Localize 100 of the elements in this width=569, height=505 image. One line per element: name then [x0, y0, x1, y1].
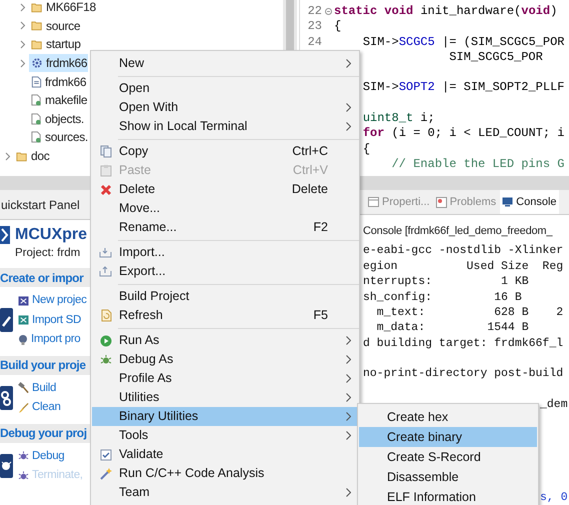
- shortcut-label: Ctrl+C: [292, 143, 328, 160]
- code-line: for (i = 0; i < LED_COUNT; i: [362, 126, 564, 142]
- console-line: d building target: frdmk66f_l: [363, 336, 564, 352]
- menu-item[interactable]: Copy Ctrl+C: [92, 142, 358, 161]
- menu-item[interactable]: Rename... F2: [92, 218, 358, 237]
- section-header[interactable]: Debug your proj: [0, 424, 87, 442]
- menu-item[interactable]: Binary Utilities: [92, 407, 358, 426]
- code-line: SIM_SCGC5_POR: [449, 50, 543, 66]
- warning-list-icon: [436, 196, 447, 208]
- tree-item[interactable]: frdmk66: [29, 72, 88, 91]
- quickstart-link[interactable]: Import SD: [32, 312, 82, 329]
- quickstart-link[interactable]: Clean: [32, 399, 61, 416]
- code-line: SIM->SOPT2 |= SIM_SOPT2_PLLF: [362, 80, 564, 96]
- shortcut-label: F2: [313, 219, 328, 236]
- panel-title: MCUXpre: [15, 225, 88, 245]
- folder-icon: [31, 38, 43, 50]
- menu-item[interactable]: Run C/C++ Code Analysis: [92, 464, 358, 483]
- cross-icon: [100, 184, 112, 196]
- menu-item[interactable]: Utilities: [92, 388, 358, 407]
- quickstart-link[interactable]: New projec: [32, 292, 87, 310]
- panel-tab[interactable]: uickstart Panel: [0, 196, 80, 214]
- code-line: {: [362, 142, 370, 157]
- project-label: Project: frdm: [15, 246, 80, 262]
- menu-item[interactable]: Refresh F5: [92, 306, 358, 325]
- menu-item[interactable]: ELF Information: [359, 487, 537, 505]
- file-icon: [31, 76, 42, 88]
- copy-icon: [100, 145, 112, 158]
- quickstart-link[interactable]: Build: [32, 380, 56, 397]
- console-line: nterrupts: 1 KB: [363, 274, 529, 290]
- refresh-icon: [100, 309, 112, 322]
- menu-item[interactable]: Create S-Record: [359, 447, 537, 467]
- file-icon: [31, 94, 42, 106]
- hammer-icon: [18, 382, 29, 394]
- menu-item[interactable]: Disassemble: [359, 467, 537, 487]
- menu-item[interactable]: Build Project: [92, 287, 358, 306]
- quickstart-link[interactable]: Debug: [32, 448, 64, 465]
- line-number: 23: [306, 19, 322, 35]
- menu-item[interactable]: Team: [92, 483, 358, 502]
- export-icon: [99, 266, 112, 277]
- table-icon: [368, 197, 379, 208]
- section-header[interactable]: Create or impor: [0, 268, 84, 286]
- menu-item[interactable]: Profile As: [92, 369, 358, 388]
- folder-icon: [16, 150, 28, 162]
- shortcut-label: F5: [313, 307, 328, 324]
- bulb-icon: [18, 334, 28, 346]
- code-line: {: [334, 19, 342, 35]
- line-number: 24: [306, 34, 322, 50]
- menu-item[interactable]: Debug As: [92, 350, 358, 369]
- menu-item[interactable]: Import...: [92, 243, 358, 262]
- quickstart-link[interactable]: Import pro: [31, 331, 80, 348]
- section-header[interactable]: Build your proje: [0, 356, 86, 374]
- menu-item[interactable]: New: [92, 54, 358, 73]
- tree-item[interactable]: doc: [14, 146, 50, 166]
- collapse-icon[interactable]: [324, 8, 332, 16]
- play-icon: [100, 334, 112, 346]
- shortcut-label: Ctrl+V: [292, 162, 328, 180]
- menu-item[interactable]: Move...: [92, 199, 358, 218]
- tree-item[interactable]: sources.: [29, 128, 89, 147]
- monitor-icon: [502, 197, 514, 208]
- console-line: m_data: 1544 B: [376, 320, 529, 336]
- folder-icon: [31, 2, 43, 13]
- project-icon: [18, 296, 29, 306]
- console-line: _dem: [540, 397, 568, 413]
- checkbox-icon: [100, 448, 112, 460]
- bug-icon: [100, 354, 112, 366]
- file-icon: [31, 112, 42, 125]
- file-icon: [31, 131, 42, 144]
- wand-icon: [98, 467, 112, 480]
- console-title: Console [frdmk66f_led_demo_freedom_: [363, 224, 552, 239]
- clipboard-icon: [100, 164, 112, 177]
- import-icon: [99, 247, 112, 258]
- menu-item[interactable]: Open With: [92, 98, 358, 117]
- code-line: static void init_hardware(void): [334, 4, 558, 20]
- tree-item[interactable]: source: [29, 16, 82, 36]
- console-line: egion Used Size Reg: [363, 258, 564, 274]
- tree-item[interactable]: makefile: [29, 90, 88, 110]
- menu-item[interactable]: Delete Delete: [92, 180, 358, 199]
- project-icon: [18, 315, 29, 326]
- menu-item[interactable]: Open: [92, 79, 358, 98]
- menu-item[interactable]: Show in Local Terminal: [92, 117, 358, 136]
- view-tab[interactable]: Console: [500, 190, 559, 214]
- tree-item[interactable]: MK66F18: [29, 0, 97, 17]
- code-line: // Enable the LED pins G: [392, 156, 564, 172]
- console-link[interactable]: s, 0: [540, 490, 568, 505]
- tree-item[interactable]: objects.: [29, 110, 85, 128]
- tree-item[interactable]: frdmk66: [29, 54, 88, 72]
- menu-item[interactable]: Create hex: [359, 407, 537, 427]
- tree-item[interactable]: startup: [29, 35, 82, 54]
- menu-item[interactable]: Export...: [92, 262, 358, 281]
- code-line: uint8_t i;: [362, 111, 435, 126]
- shortcut-label: Delete: [292, 181, 328, 198]
- console-line: sh_config: 16 B: [363, 290, 522, 305]
- menu-item[interactable]: Tools: [92, 426, 358, 445]
- menu-item[interactable]: Create binary: [359, 427, 537, 447]
- bug-icon: [18, 470, 29, 482]
- line-number: 22: [306, 4, 322, 20]
- menu-item[interactable]: Validate: [92, 445, 358, 464]
- menu-item[interactable]: Run As: [92, 331, 358, 350]
- console-line: e-eabi-gcc -nostdlib -Xlinker: [363, 243, 564, 259]
- console-line: no-print-directory post-build: [363, 366, 564, 382]
